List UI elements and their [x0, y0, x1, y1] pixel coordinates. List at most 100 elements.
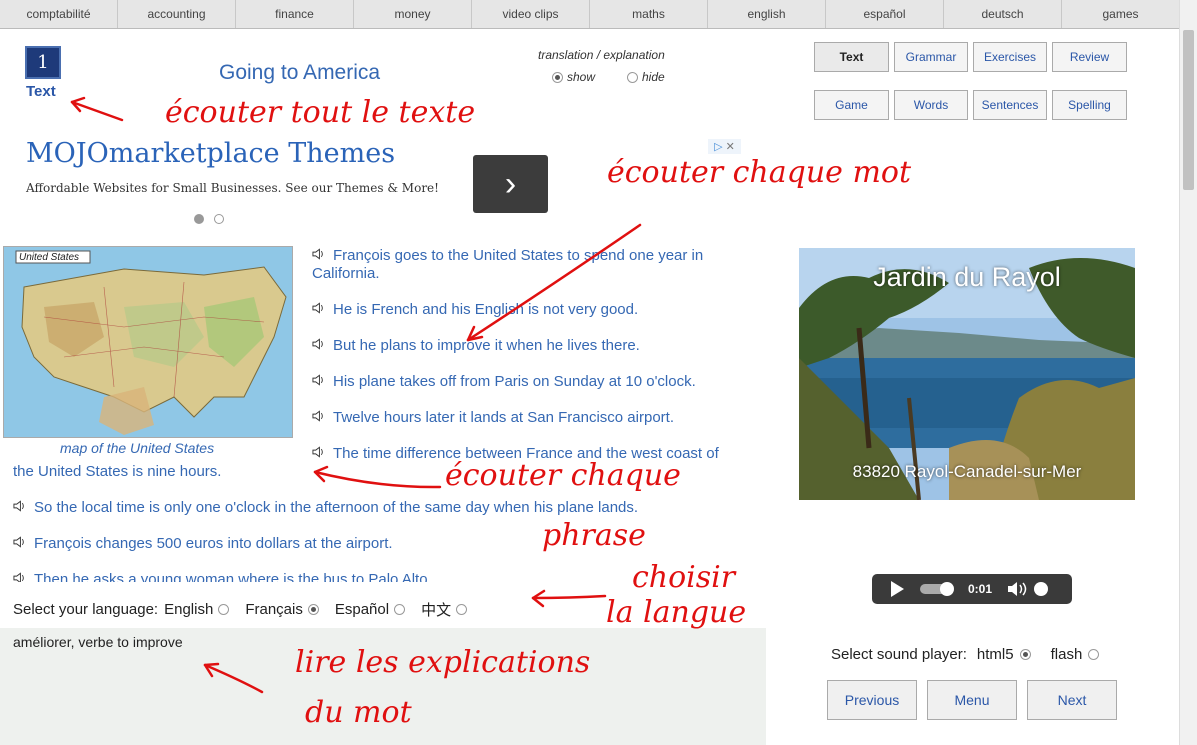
language-option-espanol[interactable]: Español	[334, 601, 406, 618]
photo-title: Jardin du Rayol	[873, 262, 1061, 292]
nav-video-clips[interactable]: video clips	[472, 0, 590, 28]
option-label: English	[164, 601, 214, 618]
speaker-icon[interactable]	[312, 409, 325, 423]
top-navigation: comptabilité accounting finance money vi…	[0, 0, 1179, 29]
sentence-2[interactable]: He is French and his English is not very…	[312, 301, 638, 319]
speaker-icon[interactable]	[13, 499, 26, 513]
speaker-icon[interactable]	[312, 337, 325, 351]
sentence-text[interactable]: Twelve hours later it lands at San Franc…	[333, 409, 674, 426]
adchoices-icon[interactable]: ▷ ✕	[708, 139, 741, 154]
nav-games[interactable]: games	[1062, 0, 1179, 28]
speaker-icon[interactable]	[312, 373, 325, 387]
sentence-4[interactable]: His plane takes off from Paris on Sunday…	[312, 373, 696, 391]
carousel-dot-active[interactable]	[194, 214, 204, 224]
radio[interactable]	[218, 604, 230, 615]
radio[interactable]	[307, 604, 319, 615]
ad-title[interactable]: MOJOmarketplace Themes	[26, 138, 439, 169]
tab-grammar[interactable]: Grammar	[894, 42, 968, 72]
annotation-choose: choisir	[632, 560, 736, 595]
annotation-of-word: du mot	[305, 695, 412, 730]
annotation-sentence: phrase	[542, 518, 646, 553]
option-label: 中文	[421, 601, 452, 619]
speaker-icon[interactable]	[312, 247, 325, 261]
annotation-listen-word: écouter chaque mot	[607, 155, 912, 190]
progress-bar[interactable]	[920, 582, 954, 596]
audio-player[interactable]: 0:01	[872, 574, 1072, 604]
location-photo: Jardin du Rayol 83820 Rayol-Canadel-sur-…	[799, 248, 1135, 500]
nav-accounting[interactable]: accounting	[118, 0, 236, 28]
translation-hide-option[interactable]: hide	[627, 70, 665, 84]
play-icon[interactable]	[886, 578, 908, 600]
sound-option-flash: flash	[1050, 646, 1083, 663]
sentence-text[interactable]: His plane takes off from Paris on Sunday…	[333, 373, 696, 390]
sentence-5[interactable]: Twelve hours later it lands at San Franc…	[312, 409, 674, 427]
next-button[interactable]: Next	[1027, 680, 1117, 720]
language-option-english[interactable]: English	[164, 601, 230, 618]
sound-label: Select sound player:	[831, 646, 967, 663]
sentence-text[interactable]: So the local time is only one o'clock in…	[34, 499, 638, 516]
sentence-1[interactable]: François goes to the United States to sp…	[312, 247, 752, 283]
translation-title: translation / explanation	[538, 48, 665, 62]
sentence-6-continued[interactable]: the United States is nine hours.	[13, 463, 221, 481]
html5-radio[interactable]	[1019, 649, 1031, 660]
sentence-9[interactable]: Then he asks a young woman where is the …	[13, 571, 432, 582]
speaker-icon[interactable]	[13, 571, 26, 582]
tab-exercises[interactable]: Exercises	[973, 42, 1047, 72]
sound-option-html5: html5	[976, 646, 1014, 663]
progress-knob[interactable]	[940, 582, 954, 596]
previous-button[interactable]: Previous	[827, 680, 917, 720]
advertisement[interactable]: MOJOmarketplace Themes Affordable Websit…	[26, 138, 439, 195]
tab-game[interactable]: Game	[814, 90, 889, 120]
language-option-chinese[interactable]: 中文	[421, 599, 468, 620]
tab-spelling[interactable]: Spelling	[1052, 90, 1127, 120]
carousel-dot[interactable]	[214, 214, 224, 224]
nav-finance[interactable]: finance	[236, 0, 354, 28]
scrollbar-thumb[interactable]	[1183, 30, 1194, 190]
language-label: Select your language:	[13, 601, 159, 618]
radio[interactable]	[456, 604, 468, 615]
speaker-icon[interactable]	[312, 445, 325, 459]
sound-player-selector: Select sound player: html5 flash	[831, 646, 1100, 663]
lesson-number-button[interactable]: 1	[25, 46, 61, 79]
hide-radio[interactable]	[627, 71, 638, 83]
annotation-listen-sentence: écouter chaque	[445, 458, 681, 493]
menu-button[interactable]: Menu	[927, 680, 1017, 720]
nav-english[interactable]: english	[708, 0, 826, 28]
flash-radio[interactable]	[1088, 649, 1100, 660]
translation-show-option[interactable]: show	[552, 70, 595, 84]
nav-money[interactable]: money	[354, 0, 472, 28]
sentence-3[interactable]: But he plans to improve it when he lives…	[312, 337, 640, 355]
tab-text[interactable]: Text	[814, 42, 889, 72]
tab-sentences[interactable]: Sentences	[973, 90, 1047, 120]
sentence-text[interactable]: Then he asks a young woman where is the …	[34, 571, 432, 582]
nav-maths[interactable]: maths	[590, 0, 708, 28]
nav-comptabilite[interactable]: comptabilité	[0, 0, 118, 28]
sentence-7[interactable]: So the local time is only one o'clock in…	[13, 499, 638, 517]
sentence-text[interactable]: François changes 500 euros into dollars …	[34, 535, 393, 552]
tab-words[interactable]: Words	[894, 90, 968, 120]
option-label: Español	[334, 601, 390, 618]
tab-review[interactable]: Review	[1052, 42, 1127, 72]
nav-espanol[interactable]: español	[826, 0, 944, 28]
volume-slider[interactable]	[1034, 582, 1049, 596]
annotation-language: la langue	[606, 595, 747, 630]
show-radio[interactable]	[552, 71, 563, 83]
sentence-text[interactable]: François goes to the United States to sp…	[333, 247, 703, 264]
sentence-text[interactable]: But he plans to improve it when he lives…	[333, 337, 640, 354]
sentence-text[interactable]: He is French and his English is not very…	[333, 301, 638, 318]
ad-next-button[interactable]: ›	[473, 155, 548, 213]
radio[interactable]	[394, 604, 406, 615]
ad-carousel-dots	[194, 214, 224, 224]
vertical-scrollbar[interactable]	[1179, 0, 1197, 745]
show-label: show	[567, 70, 596, 84]
volume-icon[interactable]	[1006, 580, 1028, 598]
speaker-icon[interactable]	[312, 301, 325, 315]
lesson-text-link[interactable]: Text	[26, 83, 56, 100]
sentence-8[interactable]: François changes 500 euros into dollars …	[13, 535, 393, 553]
speaker-icon[interactable]	[13, 535, 26, 549]
hide-label: hide	[642, 70, 665, 84]
nav-deutsch[interactable]: deutsch	[944, 0, 1062, 28]
sentence-text-cont[interactable]: California.	[312, 265, 380, 282]
sentences-panel[interactable]: François goes to the United States to sp…	[0, 240, 790, 582]
language-option-francais[interactable]: Français	[245, 601, 319, 618]
